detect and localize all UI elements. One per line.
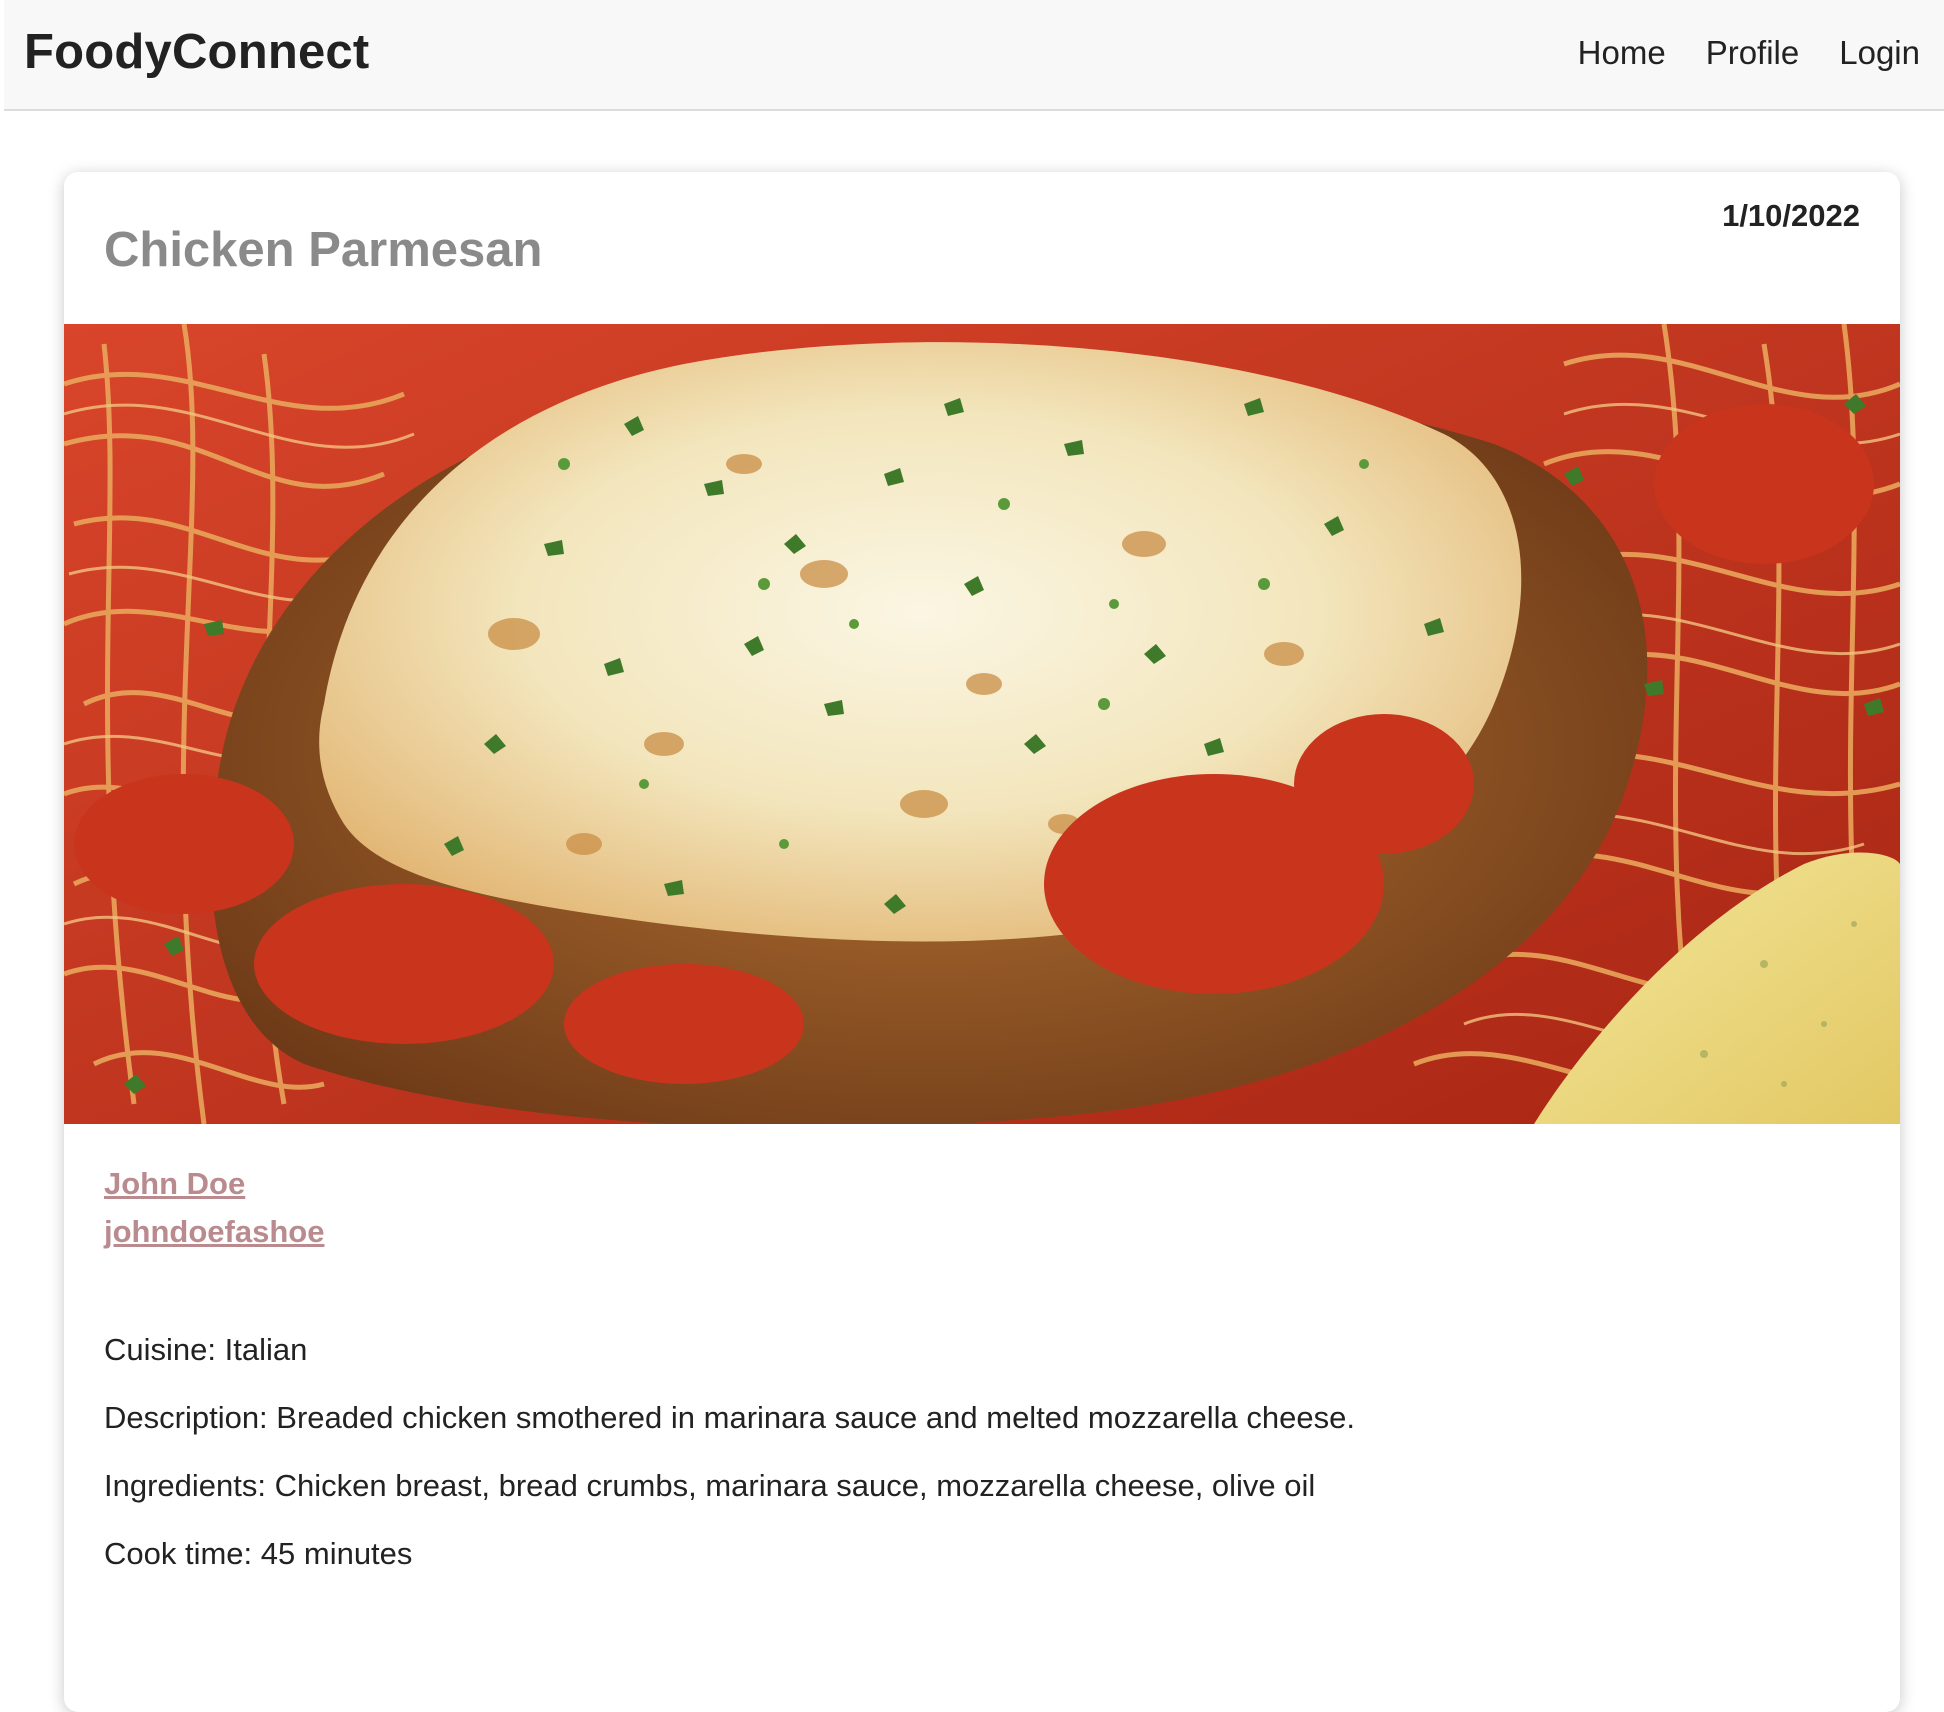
nav-links: Home Profile Login (1578, 34, 1920, 72)
recipe-card: 1/10/2022 Chicken Parmesan John Doe john… (64, 172, 1900, 1712)
ingredients-text: Ingredients: Chicken breast, bread crumb… (104, 1468, 1316, 1503)
recipe-photo (64, 324, 1900, 1124)
nav-profile-link[interactable]: Profile (1706, 34, 1800, 72)
recipe-details: Cuisine: Italian Description: Breaded ch… (104, 1332, 1355, 1604)
brand-logo[interactable]: FoodyConnect (24, 24, 369, 80)
top-navbar: FoodyConnect Home Profile Login (4, 0, 1944, 111)
recipe-photo-illustration (64, 324, 1900, 1124)
nav-login-link[interactable]: Login (1839, 34, 1920, 72)
recipe-date: 1/10/2022 (1722, 198, 1860, 233)
author-username-link[interactable]: johndoefashoe (104, 1208, 324, 1256)
cook-time-text: Cook time: 45 minutes (104, 1536, 413, 1571)
recipe-title: Chicken Parmesan (104, 223, 543, 277)
description-text: Description: Breaded chicken smothered i… (104, 1400, 1355, 1435)
nav-home-link[interactable]: Home (1578, 34, 1666, 72)
author-block: John Doe johndoefashoe (104, 1160, 324, 1256)
author-name-link[interactable]: John Doe (104, 1160, 324, 1208)
cuisine-text: Cuisine: Italian (104, 1332, 308, 1367)
